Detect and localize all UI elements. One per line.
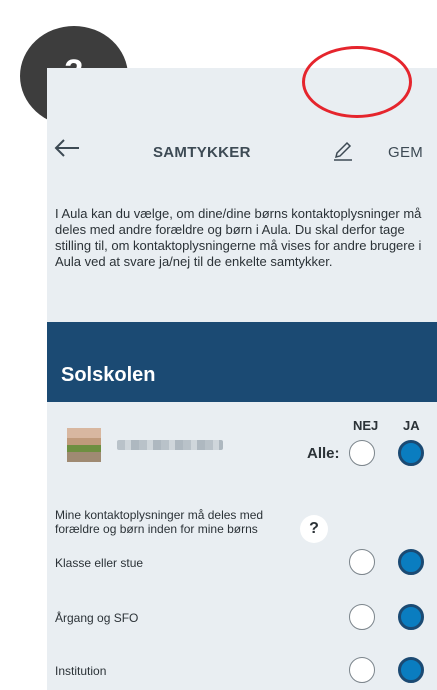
back-arrow-icon[interactable] xyxy=(53,136,81,160)
consent-row-no-radio[interactable] xyxy=(349,604,375,630)
blurred-user-name xyxy=(117,440,223,450)
highlight-circle xyxy=(302,46,412,118)
consent-row-label: Klasse eller stue xyxy=(55,556,144,570)
page-title: SAMTYKKER xyxy=(153,144,251,161)
edit-pencil-icon[interactable] xyxy=(332,140,354,162)
consent-row-yes-radio[interactable] xyxy=(398,549,424,575)
consent-row-no-radio[interactable] xyxy=(349,657,375,683)
school-name: Solskolen xyxy=(61,364,156,386)
school-header xyxy=(47,322,437,402)
all-no-radio[interactable] xyxy=(349,440,375,466)
save-button[interactable]: GEM xyxy=(388,144,423,161)
consent-row-label: Årgang og SFO xyxy=(55,611,139,625)
help-button[interactable]: ? xyxy=(300,515,328,543)
all-label: Alle: xyxy=(307,445,340,462)
consent-row-yes-radio[interactable] xyxy=(398,657,424,683)
consent-row-yes-radio[interactable] xyxy=(398,604,424,630)
all-yes-radio[interactable] xyxy=(398,440,424,466)
consent-question: Mine kontaktoplysninger må deles med for… xyxy=(55,508,264,536)
avatar xyxy=(67,428,101,462)
consent-row-label: Institution xyxy=(55,664,107,678)
consent-screen: SAMTYKKER GEM I Aula kan du vælge, om di… xyxy=(47,68,437,690)
column-header-no: NEJ xyxy=(353,418,379,433)
consent-row-no-radio[interactable] xyxy=(349,549,375,575)
intro-text: I Aula kan du vælge, om dine/dine børns … xyxy=(55,206,422,269)
column-header-yes: JA xyxy=(403,418,420,433)
